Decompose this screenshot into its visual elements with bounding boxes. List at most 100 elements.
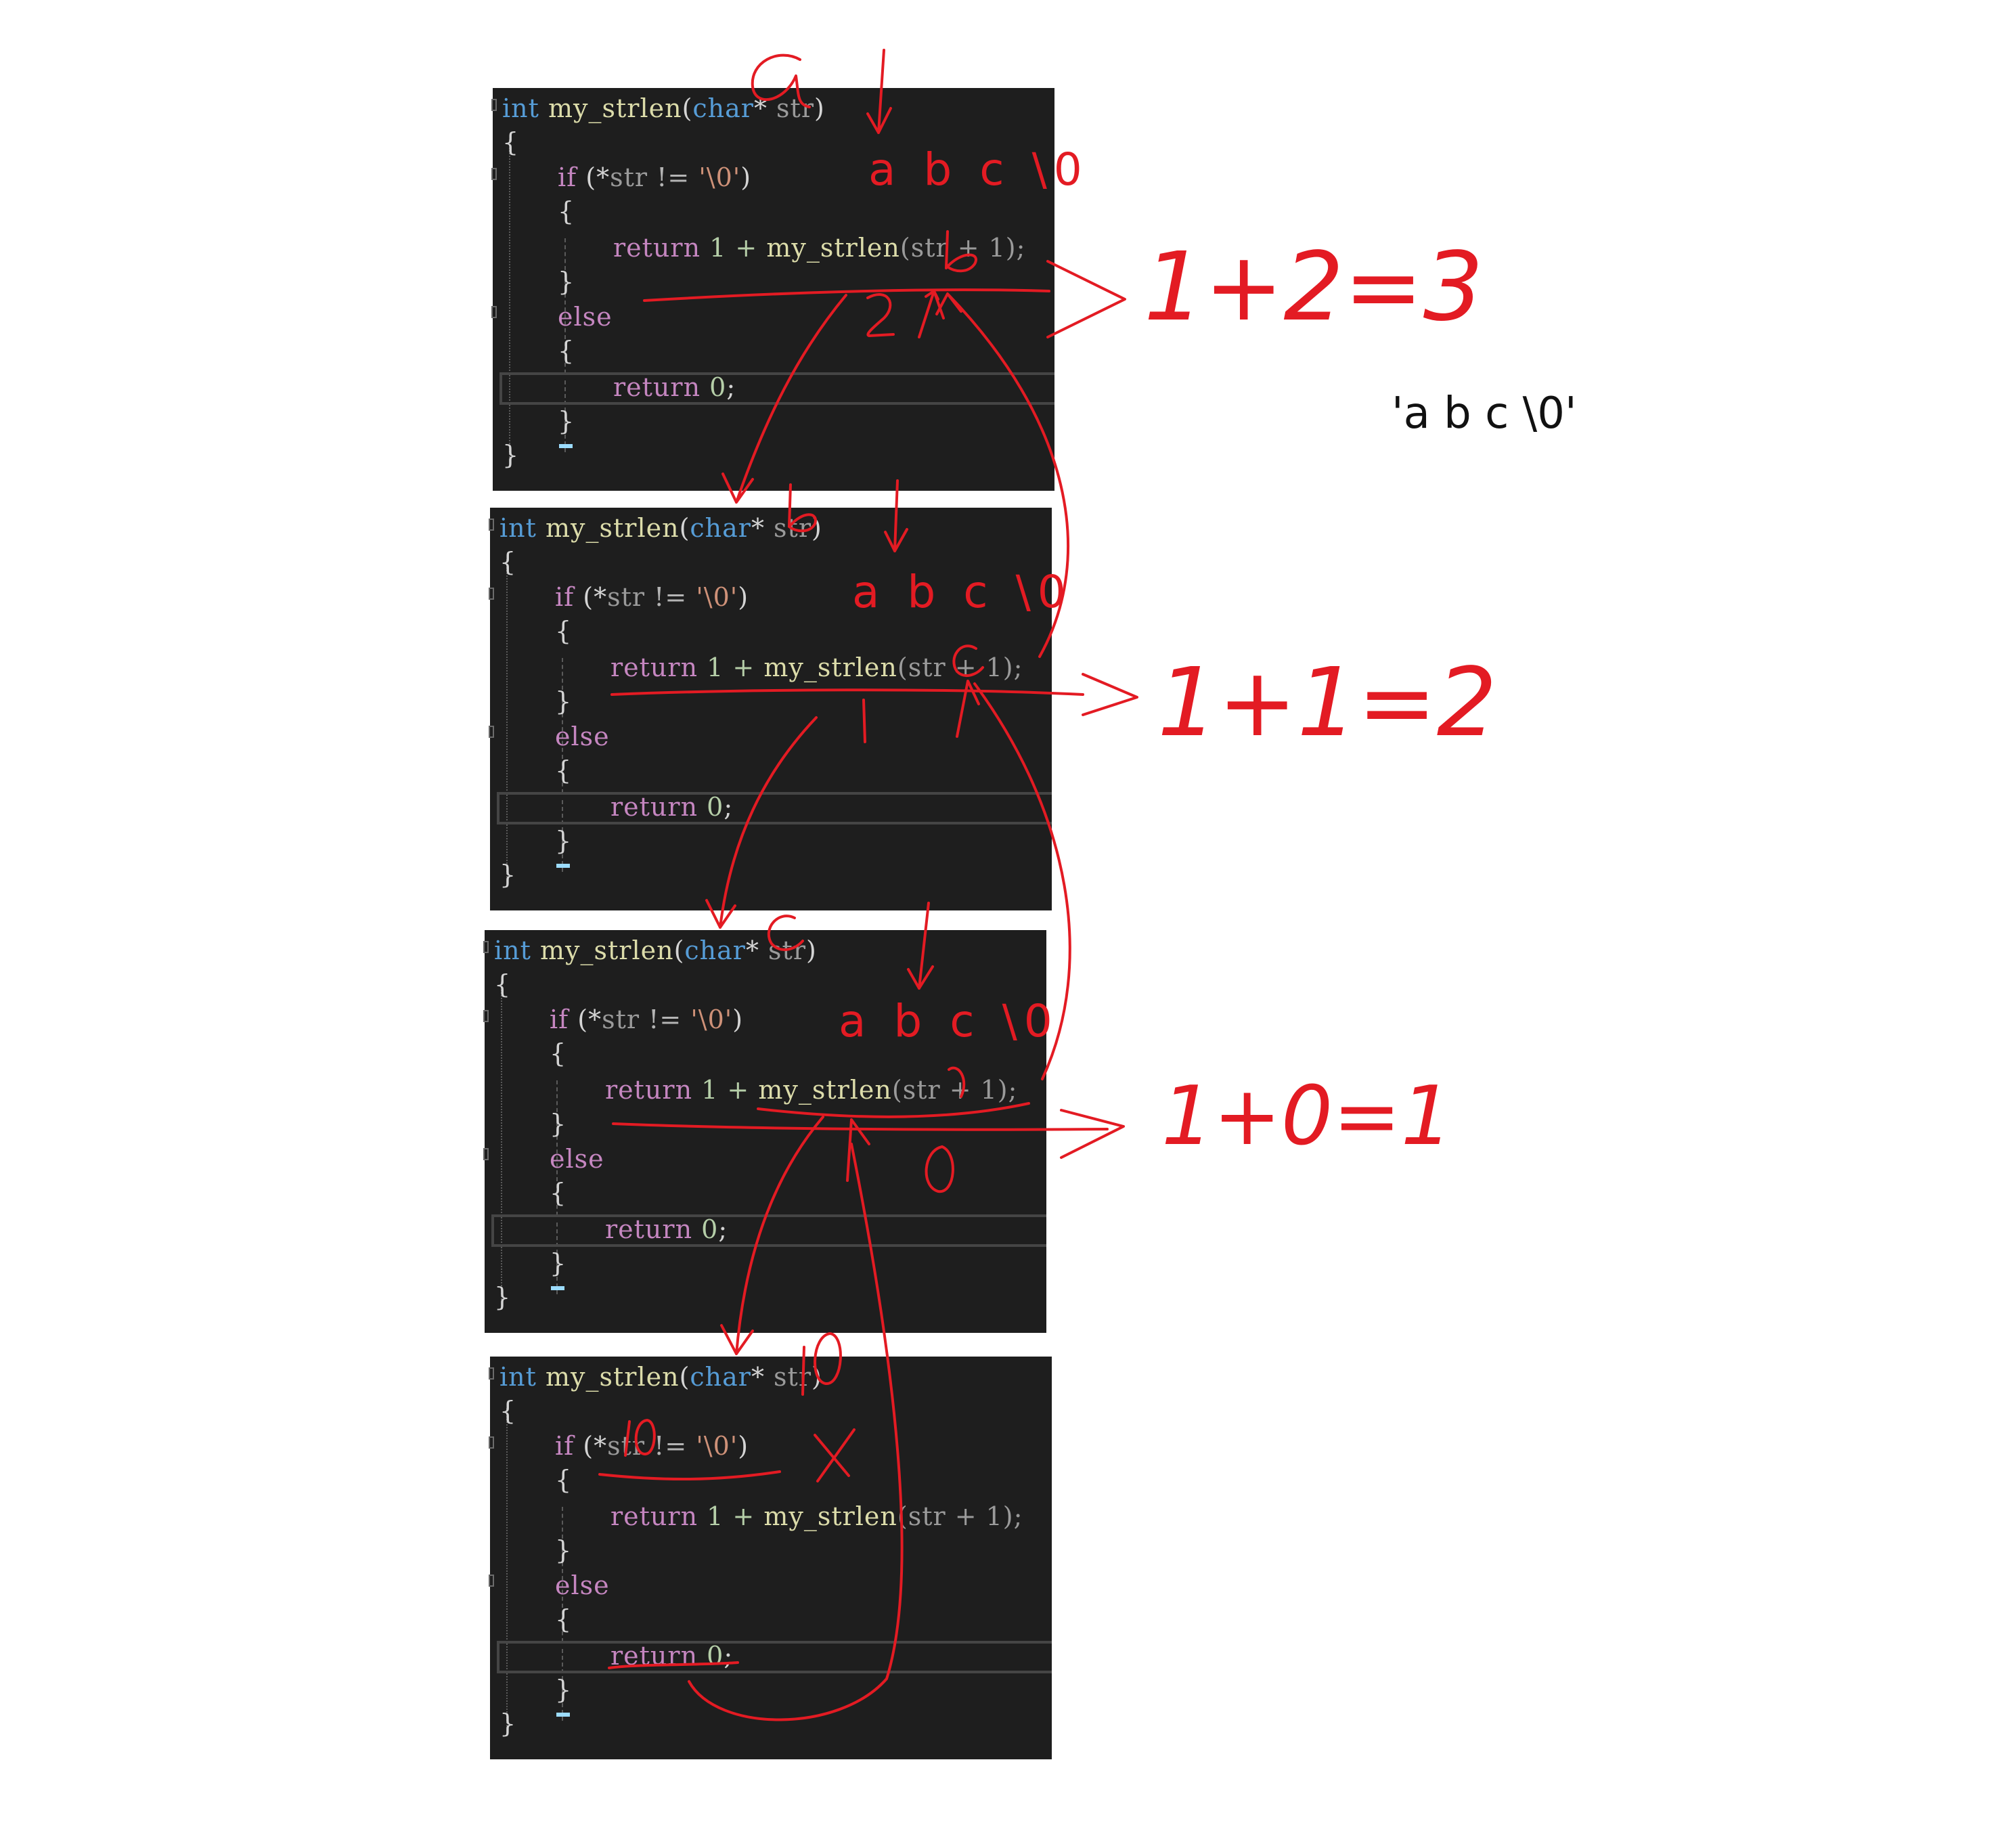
string-note-2: a b c \0 (852, 566, 1073, 618)
code-line: } (493, 267, 1054, 296)
code-line: int my_strlen(char* str) (485, 936, 1046, 965)
semicolon: ; (718, 1214, 728, 1244)
cond-close: ) (732, 1005, 744, 1034)
pointer-star: * (751, 513, 765, 543)
paren-close: ) (814, 93, 825, 123)
code-line: return 1 + my_strlen(str + 1); (490, 653, 1052, 682)
result-2: 1+1=2 (1157, 648, 1497, 758)
param-name: str (759, 936, 806, 965)
code-line: int my_strlen(char* str) (490, 1362, 1052, 1392)
code-line: } (493, 406, 1054, 436)
code-line: { (490, 616, 1052, 646)
code-line: } (490, 1675, 1052, 1704)
result-1: 1+2=3 (1144, 232, 1484, 343)
pointer-star: * (751, 1362, 765, 1392)
param-type: char (690, 1362, 751, 1392)
return-value: 0 (701, 372, 727, 402)
brace: } (555, 686, 573, 716)
char-literal: '\0' (696, 582, 738, 612)
recursive-call: my_strlen (763, 653, 897, 682)
else-keyword: else (558, 302, 613, 332)
if-keyword: if (555, 1431, 575, 1461)
cond-open: (* (574, 582, 608, 612)
param-name: str (764, 1362, 812, 1392)
return-keyword: return (610, 1641, 698, 1671)
paren-open: ( (679, 513, 690, 543)
else-keyword: else (555, 722, 610, 751)
code-line: return 0; (490, 792, 1052, 822)
bracket-2 (1082, 673, 1138, 716)
return-keyword: return (610, 1501, 698, 1531)
return-expr: 1 + (692, 1075, 759, 1105)
brace: { (555, 1465, 573, 1495)
return-keyword: return (610, 792, 698, 822)
brace: } (555, 1675, 573, 1704)
code-line: return 1 + my_strlen(str + 1); (485, 1075, 1046, 1105)
cond-operator: != (648, 162, 699, 192)
cond-open: (* (574, 1431, 608, 1461)
call-args: (str + 1); (897, 1501, 1023, 1531)
code-line: return 1 + my_strlen(str + 1); (493, 233, 1054, 263)
code-line: return 0; (485, 1214, 1046, 1244)
brace: { (550, 1038, 567, 1068)
param-type: char (684, 936, 746, 965)
code-line: else (490, 1570, 1052, 1600)
brace: } (555, 1535, 573, 1565)
cond-var: str (610, 162, 648, 192)
cond-var: str (602, 1005, 640, 1034)
char-literal: '\0' (690, 1005, 733, 1034)
brace: { (558, 336, 575, 366)
code-line: { (490, 755, 1052, 785)
return-keyword: return (610, 653, 698, 682)
brace: } (494, 1282, 512, 1312)
code-line: { (493, 196, 1054, 226)
call-args: (str + 1); (897, 653, 1023, 682)
paren-close: ) (811, 1362, 822, 1392)
return-value: 0 (698, 792, 724, 822)
code-line: } (485, 1109, 1046, 1139)
brace: } (558, 267, 575, 296)
code-line: } (490, 1709, 1052, 1738)
function-name: my_strlen (540, 936, 674, 965)
param-type: char (690, 513, 751, 543)
code-line: { (490, 1396, 1052, 1426)
brace: { (550, 1178, 567, 1208)
return-expr: 1 + (698, 1501, 764, 1531)
code-line: } (485, 1248, 1046, 1278)
if-keyword: if (558, 162, 577, 192)
cond-close: ) (740, 162, 752, 192)
paren-open: ( (679, 1362, 690, 1392)
code-line: return 1 + my_strlen(str + 1); (490, 1501, 1052, 1531)
recursive-call: my_strlen (766, 233, 900, 263)
code-line: else (485, 1144, 1046, 1174)
cond-open: (* (569, 1005, 602, 1034)
cond-operator: != (645, 582, 696, 612)
bracket-1 (1046, 260, 1126, 338)
type-keyword: int (499, 1362, 537, 1392)
else-keyword: else (550, 1144, 604, 1174)
code-line: else (490, 722, 1052, 751)
brace: { (555, 616, 573, 646)
return-expr: 1 + (701, 233, 767, 263)
brace: } (499, 860, 517, 889)
return-value: 0 (692, 1214, 719, 1244)
code-line: } (490, 686, 1052, 716)
code-line: { (490, 1604, 1052, 1634)
brace: } (502, 440, 520, 470)
code-panel-4: int my_strlen(char* str) { if (*str != '\0… (489, 1357, 1052, 1759)
code-line: if (*str != '\0') (490, 1431, 1052, 1461)
param-type: char (692, 93, 754, 123)
return-keyword: return (605, 1214, 693, 1244)
type-keyword: int (499, 513, 537, 543)
else-keyword: else (555, 1570, 610, 1600)
paren-open: ( (682, 93, 693, 123)
brace: { (555, 1604, 573, 1634)
return-keyword: return (605, 1075, 693, 1105)
brace: } (558, 406, 575, 436)
brace: } (550, 1109, 567, 1139)
code-line: else (493, 302, 1054, 332)
char-literal: '\0' (696, 1431, 738, 1461)
code-line: } (490, 860, 1052, 889)
code-line: return 0; (493, 372, 1054, 402)
if-keyword: if (550, 1005, 569, 1034)
